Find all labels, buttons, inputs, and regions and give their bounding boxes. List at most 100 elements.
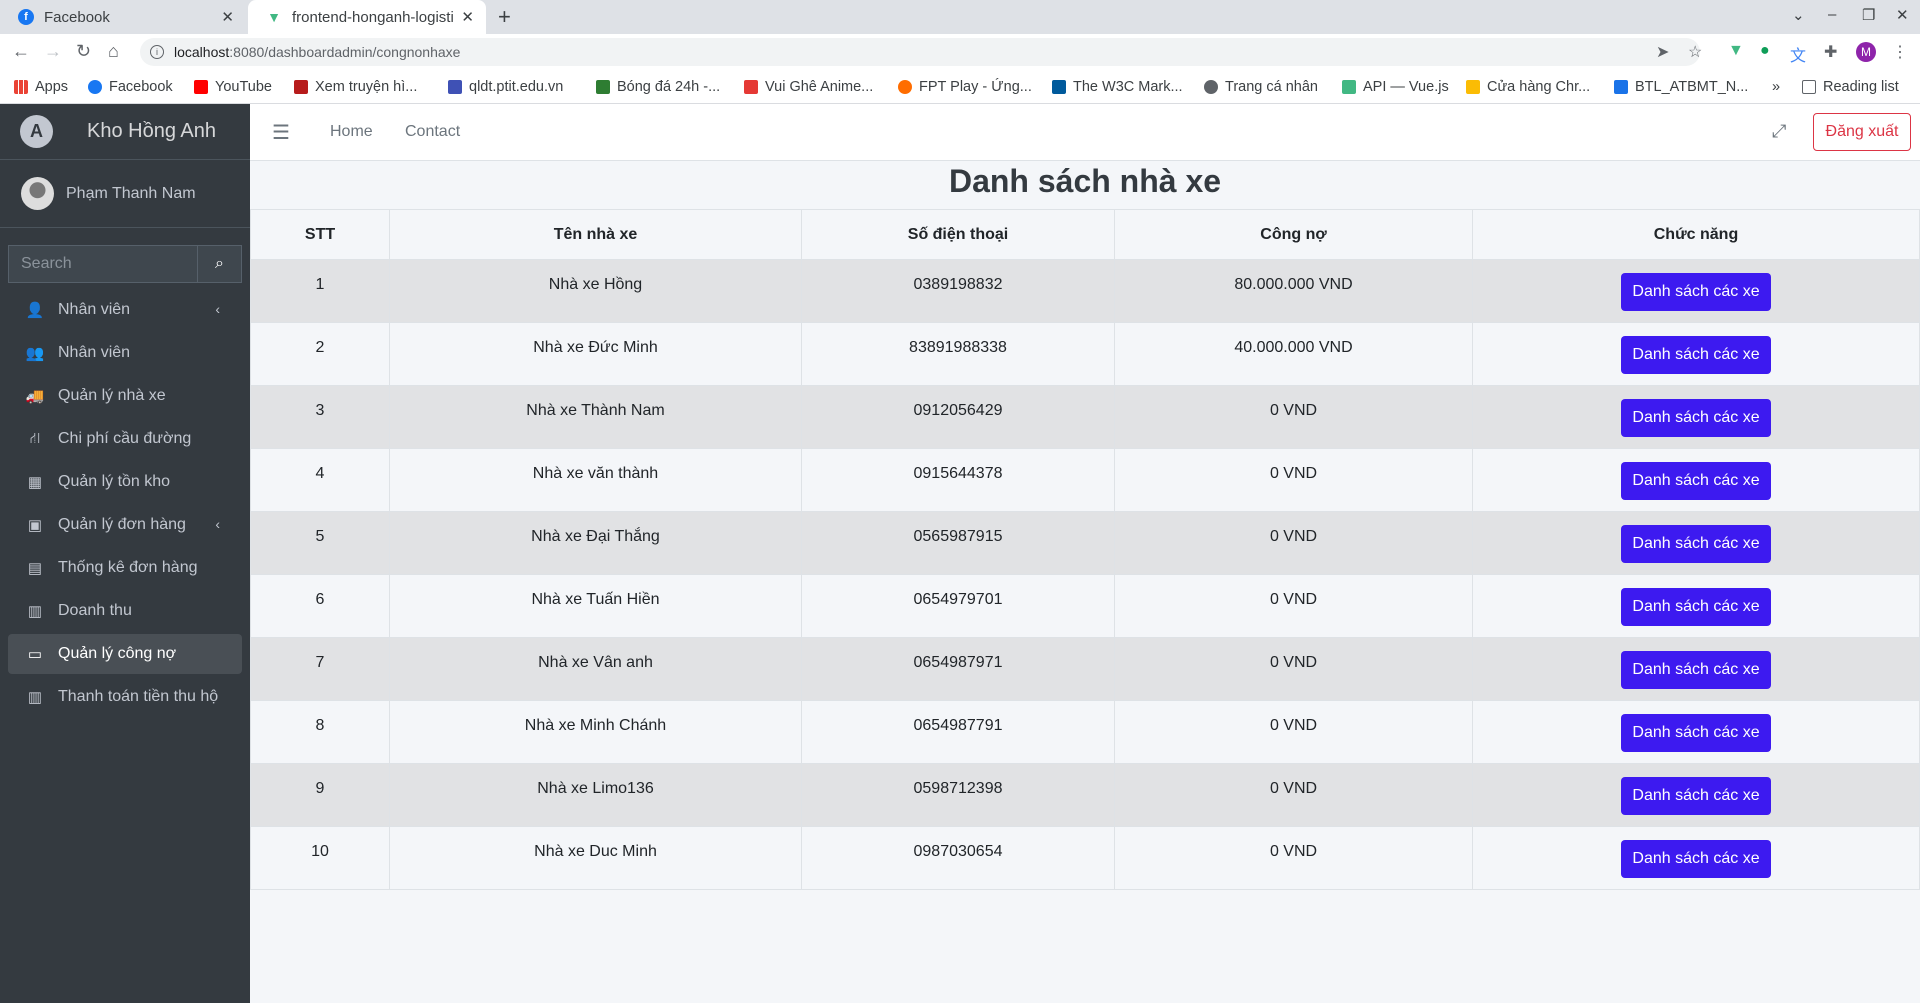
minimize-icon[interactable]: – — [1828, 6, 1836, 23]
restore-icon[interactable]: ❐ — [1862, 6, 1875, 24]
home-icon[interactable]: ⌂ — [108, 41, 119, 62]
tab-frontend[interactable]: ▼ frontend-honganh-logisti ✕ — [248, 0, 486, 34]
logout-button[interactable]: Đăng xuất — [1813, 113, 1911, 151]
site-icon — [294, 80, 308, 94]
cell-ten-nha-xe: Nhà xe Đức Minh — [389, 322, 802, 386]
cell-cong-no: 0 VND — [1114, 637, 1473, 701]
bookmark-qldt[interactable]: qldt.ptit.edu.vn — [448, 79, 563, 95]
browser-tab-bar: f Facebook ✕ ▼ frontend-honganh-logisti … — [0, 0, 1920, 34]
fullscreen-icon[interactable]: ⤢ — [1772, 121, 1786, 142]
close-tab-icon[interactable]: ✕ — [221, 8, 234, 26]
sidebar-item-quan-ly-don-hang[interactable]: ▣ Quản lý đơn hàng ‹ — [8, 505, 242, 545]
bookmark-facebook[interactable]: Facebook — [88, 79, 173, 95]
danh-sach-cac-xe-button[interactable]: Danh sách các xe — [1621, 588, 1771, 626]
danh-sach-cac-xe-button[interactable]: Danh sách các xe — [1621, 399, 1771, 437]
bookmark-trang-ca-nhan[interactable]: Trang cá nhân — [1204, 79, 1318, 95]
table-row: 1 Nhà xe Hồng 0389198832 80.000.000 VND Danh… — [250, 259, 1920, 323]
cell-cong-no: 0 VND — [1114, 448, 1473, 512]
cell-so-dien-thoai: 0912056429 — [801, 385, 1115, 449]
sidebar-search: ⌕ — [8, 245, 242, 283]
extension-icon[interactable]: ● — [1760, 42, 1770, 60]
back-icon[interactable]: ← — [12, 41, 30, 62]
translate-icon[interactable]: 文 — [1790, 42, 1806, 66]
site-info-icon[interactable]: i — [150, 45, 164, 59]
hamburger-menu-icon[interactable]: ☰ — [272, 120, 290, 145]
danh-sach-cac-xe-button[interactable]: Danh sách các xe — [1621, 840, 1771, 878]
cell-chuc-nang: Danh sách các xe — [1472, 574, 1920, 638]
search-button[interactable]: ⌕ — [197, 245, 242, 283]
reload-icon[interactable]: ↻ — [76, 41, 91, 62]
sidebar-item-chi-phi-cau-duong[interactable]: ⛙ Chi phí cầu đường — [8, 419, 242, 459]
sidebar-item-nhan-vien[interactable]: 👥 Nhân viên — [8, 333, 242, 373]
bookmark-vue-api[interactable]: API — Vue.js — [1342, 79, 1449, 95]
bookmark-anime[interactable]: Vui Ghê Anime... — [744, 79, 873, 95]
sidebar-item-quan-ly-nha-xe[interactable]: 🚚 Quản lý nhà xe — [8, 376, 242, 416]
tab-facebook[interactable]: f Facebook ✕ — [0, 0, 246, 34]
danh-sach-cac-xe-button[interactable]: Danh sách các xe — [1621, 777, 1771, 815]
cell-so-dien-thoai: 0915644378 — [801, 448, 1115, 512]
menu-kebab-icon[interactable]: ⋮ — [1892, 42, 1908, 62]
url-input[interactable]: i localhost:8080/dashboardadmin/congnonh… — [140, 38, 1700, 66]
nav-contact-link[interactable]: Contact — [405, 123, 460, 141]
cell-cong-no: 0 VND — [1114, 385, 1473, 449]
table-row: 6 Nhà xe Tuấn Hiền 0654979701 0 VND Danh sác… — [250, 574, 1920, 638]
search-input[interactable] — [8, 245, 197, 283]
close-window-icon[interactable]: ✕ — [1896, 6, 1909, 24]
youtube-icon — [194, 80, 208, 94]
cell-stt: 7 — [250, 637, 390, 701]
cell-cong-no: 0 VND — [1114, 826, 1473, 890]
tab-title: Facebook — [44, 8, 110, 26]
cell-chuc-nang: Danh sách các xe — [1472, 259, 1920, 323]
cell-so-dien-thoai: 0987030654 — [801, 826, 1115, 890]
danh-sach-cac-xe-button[interactable]: Danh sách các xe — [1621, 525, 1771, 563]
sidebar-item-quan-ly-cong-no[interactable]: ▭ Quản lý công nợ — [8, 634, 242, 674]
sidebar-item-nhan-vien-group[interactable]: 👤 Nhân viên ‹ — [8, 290, 242, 330]
brand[interactable]: A Kho Hồng Anh — [0, 104, 250, 160]
cell-chuc-nang: Danh sách các xe — [1472, 700, 1920, 764]
cell-cong-no: 0 VND — [1114, 574, 1473, 638]
nav-home-link[interactable]: Home — [330, 123, 373, 141]
bookmark-star-icon[interactable]: ☆ — [1688, 42, 1702, 62]
cell-stt: 9 — [250, 763, 390, 827]
danh-sach-cac-xe-button[interactable]: Danh sách các xe — [1621, 714, 1771, 752]
bookmark-btl[interactable]: BTL_ATBMT_N... — [1614, 79, 1748, 95]
bookmark-apps[interactable]: Apps — [14, 79, 68, 95]
cell-cong-no: 40.000.000 VND — [1114, 322, 1473, 386]
sidebar-item-thong-ke-don-hang[interactable]: ▤ Thống kê đơn hàng — [8, 548, 242, 588]
reading-list-icon — [1802, 80, 1816, 94]
bookmarks-overflow[interactable]: » — [1772, 79, 1780, 95]
danh-sach-cac-xe-button[interactable]: Danh sách các xe — [1621, 336, 1771, 374]
main-content: Danh sách nhà xe STT Tên nhà xe Số điện … — [250, 161, 1920, 890]
nha-xe-table: STT Tên nhà xe Số điện thoại Công nợ Chứ… — [250, 209, 1920, 890]
tab-search-icon[interactable]: ⌄ — [1792, 6, 1805, 24]
user-name[interactable]: Phạm Thanh Nam — [66, 185, 196, 203]
sidebar-item-doanh-thu[interactable]: ▥ Doanh thu — [8, 591, 242, 631]
danh-sach-cac-xe-button[interactable]: Danh sách các xe — [1621, 651, 1771, 689]
vue-devtools-icon[interactable]: ▼ — [1728, 42, 1744, 60]
bookmark-chrome-store[interactable]: Cửa hàng Chr... — [1466, 79, 1590, 95]
site-icon — [448, 80, 462, 94]
new-tab-icon[interactable]: + — [498, 4, 511, 30]
facebook-icon: f — [18, 9, 34, 25]
danh-sach-cac-xe-button[interactable]: Danh sách các xe — [1621, 273, 1771, 311]
send-icon[interactable]: ➤ — [1656, 42, 1669, 62]
sidebar-item-thanh-toan-tien-thu-ho[interactable]: ▥ Thanh toán tiền thu hộ — [8, 677, 242, 717]
bookmark-w3c[interactable]: The W3C Mark... — [1052, 79, 1183, 95]
extensions-puzzle-icon[interactable]: ✚ — [1824, 42, 1837, 62]
sidebar-menu: 👤 Nhân viên ‹ 👥 Nhân viên 🚚 Quản lý nhà xe ⛙… — [8, 290, 242, 720]
cell-cong-no: 0 VND — [1114, 511, 1473, 575]
bookmark-reading-list[interactable]: Reading list — [1802, 79, 1899, 95]
cell-stt: 3 — [250, 385, 390, 449]
bookmark-fpt-play[interactable]: FPT Play - Ứng... — [898, 79, 1032, 95]
sidebar-item-quan-ly-ton-kho[interactable]: ▦ Quản lý tồn kho — [8, 462, 242, 502]
bookmark-xem-truyen[interactable]: Xem truyện hì... — [294, 79, 417, 95]
forward-icon[interactable]: → — [44, 41, 62, 62]
bookmark-youtube[interactable]: YouTube — [194, 79, 272, 95]
bookmark-bong-da[interactable]: Bóng đá 24h -... — [596, 79, 720, 95]
danh-sach-cac-xe-button[interactable]: Danh sách các xe — [1621, 462, 1771, 500]
close-tab-icon[interactable]: ✕ — [461, 8, 474, 26]
user-panel[interactable]: Phạm Thanh Nam — [0, 160, 250, 228]
profile-avatar[interactable]: M — [1856, 42, 1876, 62]
table-icon: ▤ — [27, 560, 43, 577]
top-navbar: ☰ Home Contact ⤢ Đăng xuất — [250, 104, 1920, 161]
